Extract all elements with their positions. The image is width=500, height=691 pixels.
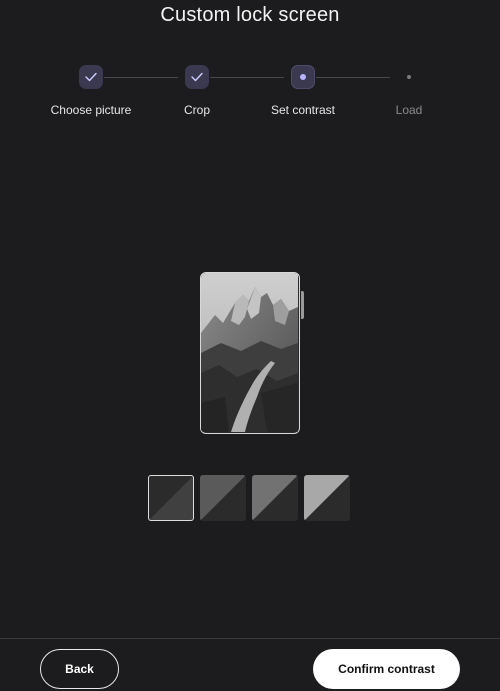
step-indicator [79,65,103,89]
confirm-contrast-button[interactable]: Confirm contrast [313,649,460,689]
step-choose-picture: Choose picture [31,64,151,117]
step-set-contrast: Set contrast [243,64,363,117]
contrast-option-4[interactable] [304,475,350,521]
step-indicator [185,65,209,89]
lock-screen-page: Custom lock screen Choose picture Crop S… [0,0,500,691]
step-indicator [291,65,315,89]
check-icon [85,72,97,82]
contrast-swatch-icon [304,475,350,521]
contrast-swatch-icon [148,475,194,521]
device-preview [200,272,300,434]
contrast-option-2[interactable] [200,475,246,521]
step-label: Choose picture [50,103,132,117]
step-load: Load [349,64,469,117]
device-side-button [301,291,304,319]
dot-icon [407,75,411,79]
step-label: Crop [183,103,210,117]
step-label: Load [395,103,423,117]
progress-stepper: Choose picture Crop Set contrast Load [0,64,500,124]
contrast-options [148,475,350,521]
dot-icon [300,74,306,80]
preview-image [201,273,298,432]
step-crop: Crop [137,64,257,117]
page-title: Custom lock screen [160,4,340,26]
step-indicator [397,65,421,89]
contrast-swatch-icon [200,475,246,521]
contrast-option-1[interactable] [148,475,194,521]
back-button[interactable]: Back [40,649,119,689]
footer-divider [0,638,500,639]
step-label: Set contrast [270,103,336,117]
check-icon [191,72,203,82]
contrast-swatch-icon [252,475,298,521]
contrast-option-3[interactable] [252,475,298,521]
